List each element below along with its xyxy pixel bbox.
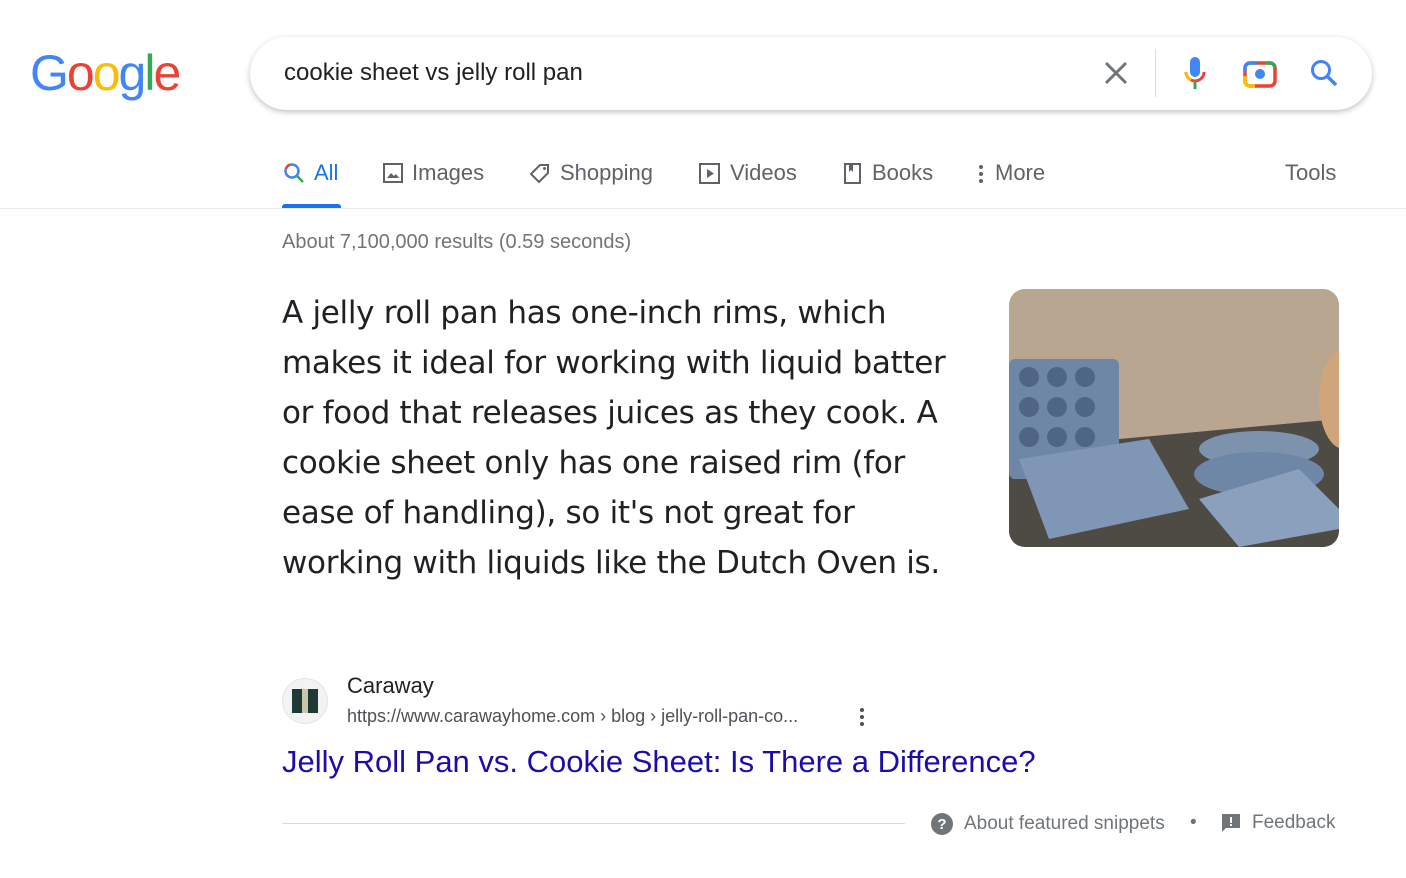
logo-letter: e xyxy=(153,45,181,101)
tab-label: More xyxy=(995,160,1046,185)
play-icon xyxy=(699,163,720,184)
search-box xyxy=(250,37,1372,110)
source-site-name: Caraway xyxy=(347,673,434,698)
image-icon xyxy=(383,163,403,183)
camera-icon[interactable] xyxy=(1242,55,1278,91)
more-options-icon[interactable] xyxy=(852,706,872,728)
feedback-label: Feedback xyxy=(1252,812,1336,833)
logo-letter: g xyxy=(118,45,147,101)
close-icon[interactable] xyxy=(1098,55,1134,91)
about-featured-snippets-link[interactable]: ? About featured snippets xyxy=(930,812,1165,836)
tab-label: Images xyxy=(412,160,485,185)
logo-letter: G xyxy=(30,45,69,101)
divider xyxy=(0,208,1406,209)
kebab-icon xyxy=(979,165,983,183)
google-logo[interactable]: Google xyxy=(30,44,181,102)
featured-snippet-text: A jelly roll pan has one-inch rims, whic… xyxy=(282,295,946,581)
divider xyxy=(1155,49,1156,97)
separator: • xyxy=(1190,812,1197,833)
tab-videos[interactable]: Videos xyxy=(698,157,797,189)
mic-icon[interactable] xyxy=(1177,55,1213,91)
feedback-link[interactable]: Feedback xyxy=(1220,812,1335,834)
feedback-icon xyxy=(1222,814,1240,832)
result-stats: About 7,100,000 results (0.59 seconds) xyxy=(282,231,632,253)
tab-label: Shopping xyxy=(560,160,653,185)
result-title-link[interactable]: Jelly Roll Pan vs. Cookie Sheet: Is Ther… xyxy=(282,744,1036,780)
tab-label: Books xyxy=(872,160,934,185)
tab-books[interactable]: Books xyxy=(842,157,933,189)
tab-all[interactable]: All xyxy=(282,157,338,189)
tools-label: Tools xyxy=(1285,160,1337,185)
source-url: https://www.carawayhome.com › blog › jel… xyxy=(347,706,799,726)
logo-letter: o xyxy=(66,45,95,101)
search-input[interactable] xyxy=(284,59,1064,87)
site-favicon[interactable] xyxy=(282,678,328,724)
tab-images[interactable]: Images xyxy=(382,157,484,189)
search-icon[interactable] xyxy=(1306,55,1342,91)
svg-text:?: ? xyxy=(937,816,946,833)
tab-label: All xyxy=(314,160,339,185)
help-icon: ? xyxy=(931,813,953,835)
search-icon xyxy=(284,163,304,183)
logo-letter: o xyxy=(92,45,121,101)
tab-shopping[interactable]: Shopping xyxy=(528,157,653,189)
tools-button[interactable]: Tools xyxy=(1285,157,1336,189)
about-label: About featured snippets xyxy=(964,813,1165,834)
tab-more[interactable]: More xyxy=(975,157,1045,189)
snippet-image[interactable] xyxy=(1009,289,1339,547)
divider xyxy=(282,823,905,824)
book-icon xyxy=(844,163,861,184)
tab-label: Videos xyxy=(730,160,797,185)
tag-icon xyxy=(529,164,549,184)
